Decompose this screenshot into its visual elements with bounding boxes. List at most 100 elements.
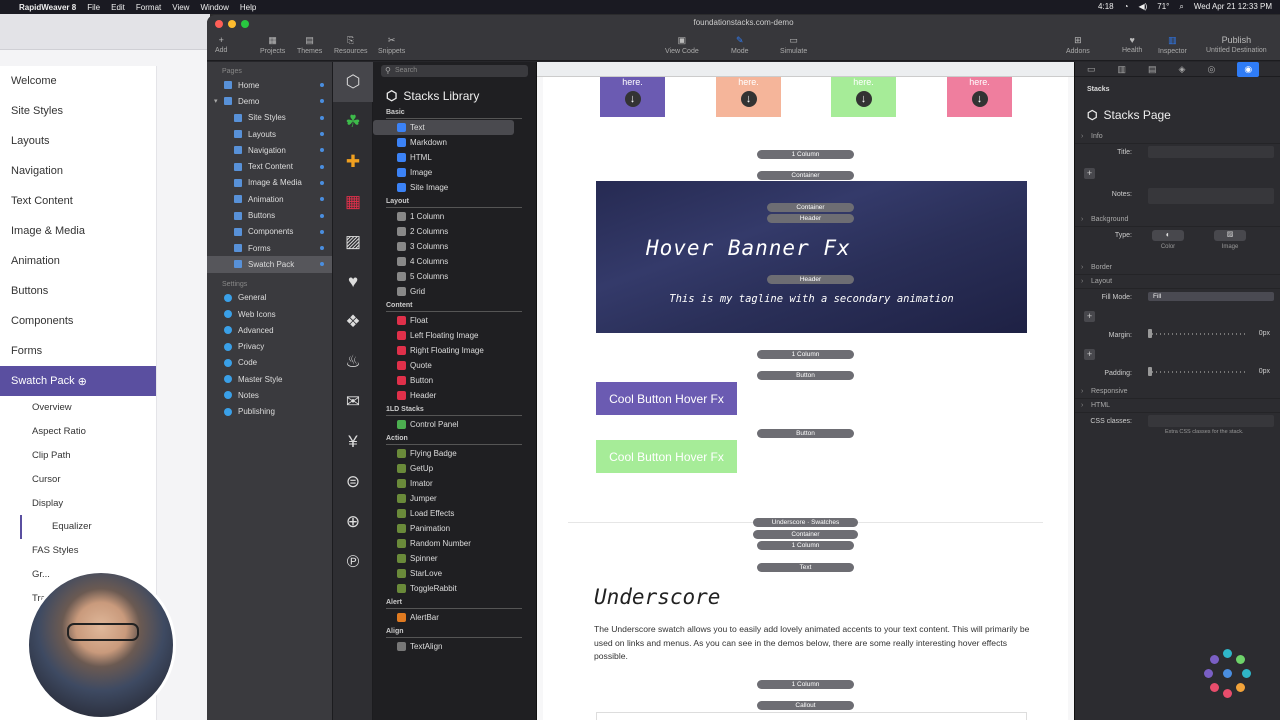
library-item-3-columns[interactable]: 3 Columns [373,239,536,254]
margin-slider[interactable] [1148,333,1246,335]
library-item-float[interactable]: Float [373,313,536,328]
globe-icon[interactable]: ⊜ [333,462,373,502]
addons-button[interactable]: ⊞ Addons [1066,35,1090,55]
library-item-text[interactable]: Text [373,120,514,135]
wifi-icon[interactable]: ◔ [1124,2,1129,12]
library-item-left-floating-image[interactable]: Left Floating Image [373,328,536,343]
menu-format[interactable]: Format [136,3,161,12]
page-item-demo[interactable]: ▾ Demo [207,93,332,109]
library-item-starlove[interactable]: StarLove [373,566,536,581]
library-item-alertbar[interactable]: AlertBar [373,610,536,625]
settings-item-privacy[interactable]: Privacy [207,338,332,354]
stack-pill-button[interactable]: Button [757,371,854,380]
page-item-animation[interactable]: Animation [207,191,332,207]
library-item-right-floating-image[interactable]: Right Floating Image [373,343,536,358]
library-item-togglerabbit[interactable]: ToggleRabbit [373,581,536,596]
view-code-button[interactable]: ▣ View Code [665,35,699,55]
stack-pill-container[interactable]: Container [767,203,854,212]
nav-animation[interactable]: Animation [0,246,156,276]
sub-equalizer[interactable]: Equalizer [20,514,156,539]
puzzle-icon[interactable]: ✚ [333,142,373,182]
nav-text-content[interactable]: Text Content [0,186,156,216]
grid-icon[interactable]: ▦ [333,182,373,222]
page-item-swatch-pack[interactable]: Swatch Pack [207,256,332,273]
fill-mode-select[interactable]: Fill [1148,292,1274,301]
inspector-button[interactable]: ▥ Inspector [1158,35,1187,55]
settings-item-web-icons[interactable]: Web Icons [207,306,332,322]
health-button[interactable]: ♥ Health [1122,35,1142,54]
stack-pill-header[interactable]: Header [767,275,854,284]
stack-pill-1-column[interactable]: 1 Column [757,150,854,159]
settings-item-publishing[interactable]: Publishing [207,404,332,420]
settings-item-master-style[interactable]: Master Style [207,371,332,387]
plus-icon[interactable]: + [1084,311,1095,322]
settings-item-code[interactable]: Code [207,355,332,371]
yen-icon[interactable]: ¥ [333,422,373,462]
library-item-imator[interactable]: Imator [373,476,536,491]
library-item-textalign[interactable]: TextAlign [373,639,536,654]
library-item-load-effects[interactable]: Load Effects [373,506,536,521]
library-search-input[interactable]: Search [381,65,528,77]
notes-field[interactable] [1148,188,1274,204]
library-item-getup[interactable]: GetUp [373,461,536,476]
section-border[interactable]: Border [1075,261,1280,275]
add-button[interactable]: + Add [215,35,227,54]
nav-buttons[interactable]: Buttons [0,276,156,306]
cubes-icon[interactable]: ☘ [333,102,373,142]
nav-swatch-pack[interactable]: Swatch Pack ⊕ [0,366,156,396]
tag-icon[interactable]: ◈ [1179,64,1186,75]
margin-slider-handle[interactable] [1148,329,1152,338]
stack-pill-container[interactable]: Container [757,171,854,180]
library-item-4-columns[interactable]: 4 Columns [373,254,536,269]
nav-navigation[interactable]: Navigation [0,156,156,186]
swatch-card[interactable]: here. ↓ [600,77,665,117]
title-field[interactable] [1148,146,1274,158]
library-item-button[interactable]: Button [373,373,536,388]
nav-components[interactable]: Components [0,306,156,336]
sub-aspect-ratio[interactable]: Aspect Ratio [0,420,156,444]
library-item-markdown[interactable]: Markdown [373,135,536,150]
section-layout[interactable]: Layout [1075,275,1280,289]
library-item-flying-badge[interactable]: Flying Badge [373,446,536,461]
resources-button[interactable]: ⎘ Resources [334,35,367,55]
publish-button[interactable]: Publish Untitled Destination [1206,35,1267,54]
menu-app-name[interactable]: RapidWeaver 8 [19,3,76,12]
mail-icon[interactable]: ✉ [333,382,373,422]
boxes-icon[interactable]: ❖ [333,302,373,342]
menu-file[interactable]: File [87,3,100,12]
plus-icon[interactable]: + [1084,349,1095,360]
library-item-html[interactable]: HTML [373,150,536,165]
snippets-button[interactable]: ✂ Snippets [378,35,405,55]
stack-pill-1-column[interactable]: 1 Column [757,541,854,550]
swatch-card[interactable]: here. ↓ [947,77,1012,117]
stack-pill-1-column[interactable]: 1 Column [757,350,854,359]
settings-item-notes[interactable]: Notes [207,387,332,403]
css-classes-field[interactable] [1148,415,1274,427]
library-item-quote[interactable]: Quote [373,358,536,373]
menu-edit[interactable]: Edit [111,3,125,12]
library-item-random-number[interactable]: Random Number [373,536,536,551]
menu-view[interactable]: View [172,3,189,12]
lifebuoy-icon[interactable]: ⊕ [333,502,373,542]
library-item-5-columns[interactable]: 5 Columns [373,269,536,284]
library-item-image[interactable]: Image [373,165,536,180]
sub-display[interactable]: Display [0,491,156,515]
disclosure-icon[interactable]: ▾ [214,97,218,105]
library-item-site-image[interactable]: Site Image [373,180,536,195]
themes-button[interactable]: ▤ Themes [297,35,322,55]
cube-icon[interactable]: ⬡ [333,62,373,102]
color-swatch-icon[interactable]: ◐ [1152,230,1184,241]
section-html[interactable]: HTML [1075,399,1280,413]
page-item-site-styles[interactable]: Site Styles [207,110,332,126]
heart-icon[interactable]: ♥ [333,262,373,302]
projects-button[interactable]: ▦ Projects [260,35,285,55]
library-item-2-columns[interactable]: 2 Columns [373,224,536,239]
nav-site-styles[interactable]: Site Styles [0,96,156,126]
paypal-icon[interactable]: ℗ [333,542,373,582]
flame-icon[interactable]: ♨ [333,342,373,382]
stack-pill-1-column[interactable]: 1 Column [757,680,854,689]
settings-item-advanced[interactable]: Advanced [207,322,332,338]
hover-banner[interactable]: Container Header Hover Banner Fx Header … [596,181,1027,333]
stack-pill-text[interactable]: Text [757,563,854,572]
library-item-header[interactable]: Header [373,388,536,403]
